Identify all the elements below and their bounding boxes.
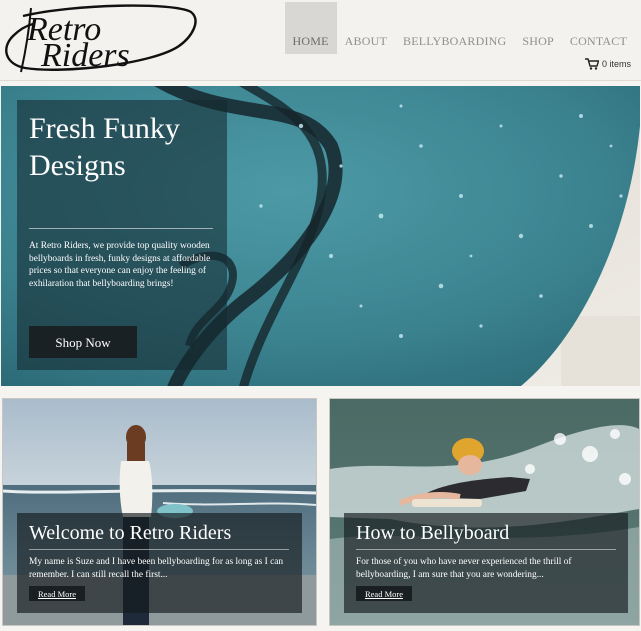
how-to-excerpt: For those of you who have never experien…	[356, 557, 572, 580]
nav-item-bellyboarding[interactable]: BELLYBOARDING	[395, 2, 514, 54]
how-to-card: How to Bellyboard For those of you who h…	[329, 398, 640, 626]
welcome-title: Welcome to Retro Riders	[29, 522, 232, 544]
main-nav: HOME ABOUT BELLYBOARDING SHOP CONTACT	[284, 2, 635, 54]
nav-item-about[interactable]: ABOUT	[337, 2, 395, 54]
svg-text:Riders: Riders	[40, 37, 130, 74]
hero-banner: Fresh Funky Designs At Retro Riders, we …	[1, 86, 640, 386]
welcome-card: Welcome to Retro Riders My name is Suze …	[2, 398, 317, 626]
hero-description: At Retro Riders, we provide top quality …	[29, 241, 211, 289]
welcome-divider	[29, 549, 289, 550]
shop-now-button[interactable]: Shop Now	[29, 326, 137, 358]
welcome-excerpt: My name is Suze and I have been bellyboa…	[29, 557, 284, 580]
how-to-panel: How to Bellyboard For those of you who h…	[344, 513, 628, 613]
nav-item-contact[interactable]: CONTACT	[562, 2, 635, 54]
welcome-read-more-button[interactable]: Read More	[29, 586, 85, 601]
site-header: Retro Riders HOME ABOUT BELLYBOARDING SH…	[0, 0, 641, 81]
retro-riders-logo[interactable]: Retro Riders	[3, 2, 197, 74]
page: Retro Riders HOME ABOUT BELLYBOARDING SH…	[0, 0, 641, 631]
nav-item-shop[interactable]: SHOP	[514, 2, 561, 54]
hero-panel: Fresh Funky Designs At Retro Riders, we …	[17, 100, 227, 370]
how-to-title: How to Bellyboard	[356, 522, 510, 544]
hero-title: Fresh Funky Designs	[29, 112, 180, 182]
hero-divider	[29, 228, 213, 229]
how-to-divider	[356, 549, 616, 550]
welcome-panel: Welcome to Retro Riders My name is Suze …	[17, 513, 302, 613]
how-to-read-more-button[interactable]: Read More	[356, 586, 412, 601]
cart-icon	[584, 58, 599, 70]
cart-count: 0 items	[601, 59, 631, 69]
cart-link[interactable]: 0 items	[584, 58, 631, 70]
nav-item-home[interactable]: HOME	[284, 2, 337, 54]
